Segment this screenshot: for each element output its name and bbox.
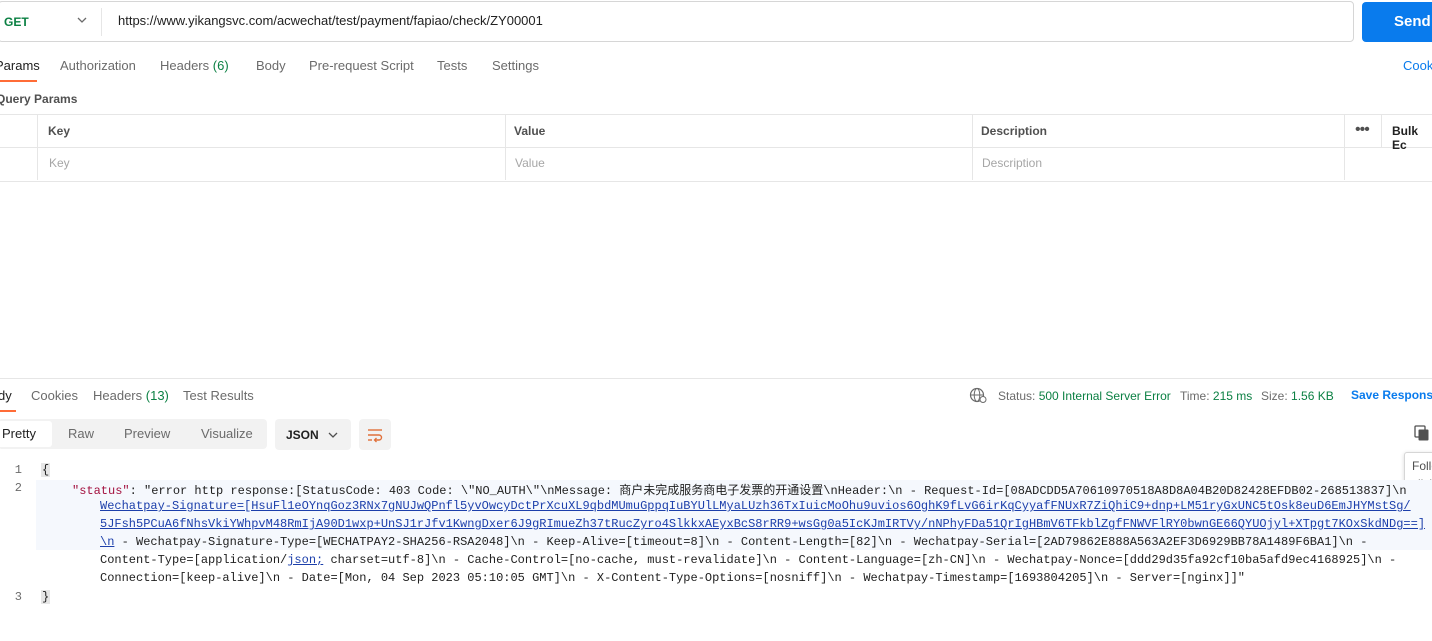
query-params-title: Query Params: [0, 92, 78, 106]
send-button[interactable]: Send: [1362, 2, 1432, 42]
tab-settings[interactable]: Settings: [492, 58, 539, 73]
tab-authorization[interactable]: Authorization: [60, 58, 136, 73]
time-label: Time:: [1180, 389, 1210, 403]
save-response-button[interactable]: Save Respons: [1351, 388, 1432, 402]
column-header-key: Key: [48, 124, 71, 138]
code-link[interactable]: Wechatpay-Signature=[HsuFl1eOYnqGoz3RNx7…: [100, 499, 1411, 513]
view-pretty-button[interactable]: Pretty: [2, 426, 36, 441]
size-value: 1.56 KB: [1291, 389, 1334, 403]
tab-headers-label: Headers: [160, 58, 210, 73]
open-brace: {: [41, 463, 51, 477]
json-string: charset=utf-8]\n - Cache-Control=[no-cac…: [323, 553, 1397, 567]
column-divider: [505, 114, 506, 180]
column-divider: [1344, 114, 1345, 180]
key-input[interactable]: Key: [49, 156, 70, 170]
code-line: Content-Type=[application/json; charset=…: [100, 553, 1396, 567]
json-colon: :: [129, 484, 145, 498]
globe-icon[interactable]: [969, 386, 987, 404]
line-number: 3: [14, 590, 22, 604]
headers-count: (6): [212, 58, 229, 73]
status-value: 500 Internal Server Error: [1038, 389, 1171, 403]
divider: [101, 8, 102, 36]
format-label: JSON: [286, 428, 319, 442]
view-raw-button[interactable]: Raw: [68, 426, 94, 441]
code-link[interactable]: json;: [287, 553, 323, 567]
tab-test-results[interactable]: Test Results: [183, 388, 254, 403]
tab-response-headers[interactable]: Headers (13): [93, 388, 169, 403]
tab-headers[interactable]: Headers (6): [160, 58, 229, 73]
code-line: }: [41, 590, 51, 604]
time-value: 215 ms: [1212, 389, 1253, 403]
column-header-description: Description: [981, 124, 1048, 138]
code-line: {: [41, 463, 51, 477]
description-input[interactable]: Description: [982, 156, 1042, 170]
code-line: Connection=[keep-alive]\n - Date=[Mon, 0…: [100, 571, 1245, 585]
json-string: "error http response:[StatusCode: 403 Co…: [144, 484, 1407, 498]
tab-response-body[interactable]: dy: [0, 388, 12, 403]
tab-response-cookies[interactable]: Cookies: [31, 388, 78, 403]
close-brace: }: [41, 590, 51, 604]
column-divider: [1381, 114, 1382, 147]
active-tab-indicator: [0, 80, 37, 82]
code-line: "status": "error http response:[StatusCo…: [72, 481, 1407, 498]
response-status: Status: 500 Internal Server Error: [998, 389, 1171, 403]
tooltip-text: Follo: [1412, 459, 1432, 473]
chevron-down-icon[interactable]: [76, 14, 88, 26]
wrap-lines-icon: [368, 429, 383, 443]
code-line: \n - Wechatpay-Signature-Type=[WECHATPAY…: [100, 535, 1367, 549]
params-table: [0, 114, 1432, 182]
more-options-icon[interactable]: •••: [1355, 121, 1370, 139]
size-label: Size:: [1261, 389, 1288, 403]
tab-tests[interactable]: Tests: [437, 58, 467, 73]
bulk-edit-button[interactable]: Bulk Ec: [1392, 124, 1432, 152]
value-input[interactable]: Value: [515, 156, 545, 170]
code-link[interactable]: \n: [100, 535, 114, 549]
json-key: "status": [72, 484, 130, 498]
line-number: 2: [14, 481, 22, 495]
view-preview-button[interactable]: Preview: [124, 426, 170, 441]
column-divider: [37, 114, 38, 180]
code-link[interactable]: 5JFsh5PCuA6fNhsVkiYWhpvM48RmIjA90D1wxp+U…: [100, 517, 1425, 531]
json-string: - Wechatpay-Signature-Type=[WECHATPAY2-S…: [114, 535, 1368, 549]
response-time: Time: 215 ms: [1180, 389, 1252, 403]
tab-response-headers-label: Headers: [93, 388, 143, 403]
url-input[interactable]: https://www.yikangsvc.com/acwechat/test/…: [118, 13, 543, 28]
view-visualize-button[interactable]: Visualize: [201, 426, 253, 441]
active-tab-indicator: [0, 410, 16, 412]
column-header-value: Value: [514, 124, 546, 138]
line-number: 1: [14, 463, 22, 477]
response-divider: [0, 378, 1432, 379]
table-divider: [0, 147, 1432, 148]
column-divider: [972, 114, 973, 180]
response-size: Size: 1.56 KB: [1261, 389, 1334, 403]
tab-pre-request-script[interactable]: Pre-request Script: [309, 58, 414, 73]
tab-body[interactable]: Body: [256, 58, 286, 73]
response-headers-count: (13): [145, 388, 169, 403]
chevron-down-icon: [328, 432, 338, 438]
json-string: Content-Type=[application/: [100, 553, 288, 567]
status-label: Status:: [998, 389, 1036, 403]
cookies-link[interactable]: Cook: [1403, 58, 1432, 73]
method-select[interactable]: GET: [4, 15, 29, 29]
copy-icon[interactable]: [1413, 424, 1431, 442]
tab-params[interactable]: Params: [0, 58, 40, 73]
